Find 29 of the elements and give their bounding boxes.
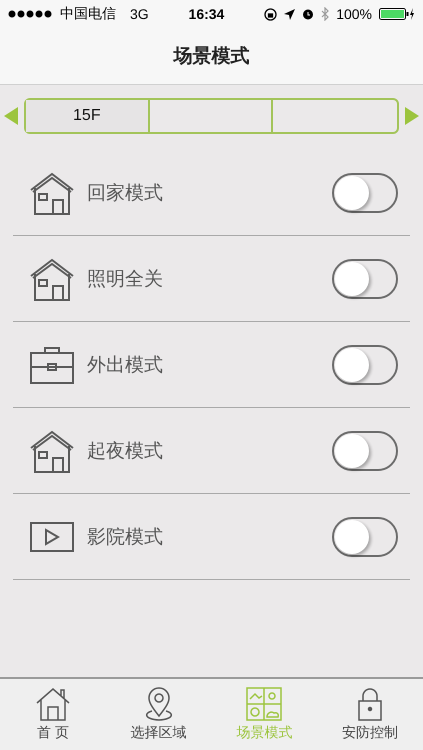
toggle-switch[interactable] (332, 258, 398, 298)
tab-bar-item[interactable]: 选择区域 (106, 679, 212, 750)
scene-label: 照明全关 (87, 268, 164, 292)
briefcase-icon (29, 344, 75, 384)
scene-label: 影院模式 (87, 526, 164, 550)
tab-bar-item[interactable]: 首 页 (0, 679, 106, 750)
scenes-grid-icon (246, 687, 282, 721)
battery-charging-icon (379, 7, 415, 21)
home-icon (34, 687, 71, 721)
rotation-lock-icon (264, 8, 278, 20)
alarm-icon (302, 8, 314, 20)
video-icon (29, 520, 75, 552)
carrier-name: 中国电信 (60, 5, 116, 23)
toggle-switch[interactable] (332, 172, 398, 212)
signal-icon (8, 10, 54, 18)
screen-title: 场景模式 (174, 45, 250, 69)
floor-tab[interactable]: 15F (26, 100, 150, 132)
tab-bar-item[interactable]: 安防控制 (317, 679, 423, 750)
scene-label: 回家模式 (87, 182, 164, 206)
toggle-switch[interactable] (332, 344, 398, 384)
battery-percent: 100% (336, 6, 372, 22)
toggle-switch[interactable] (332, 516, 398, 556)
bluetooth-icon (321, 7, 330, 21)
network-type: 3G (130, 6, 149, 22)
status-time: 16:34 (188, 6, 224, 22)
scene-label: 起夜模式 (87, 440, 164, 464)
toggle-switch[interactable] (332, 430, 398, 470)
scene-label: 外出模式 (87, 354, 164, 378)
location-arrow-icon (284, 8, 296, 20)
